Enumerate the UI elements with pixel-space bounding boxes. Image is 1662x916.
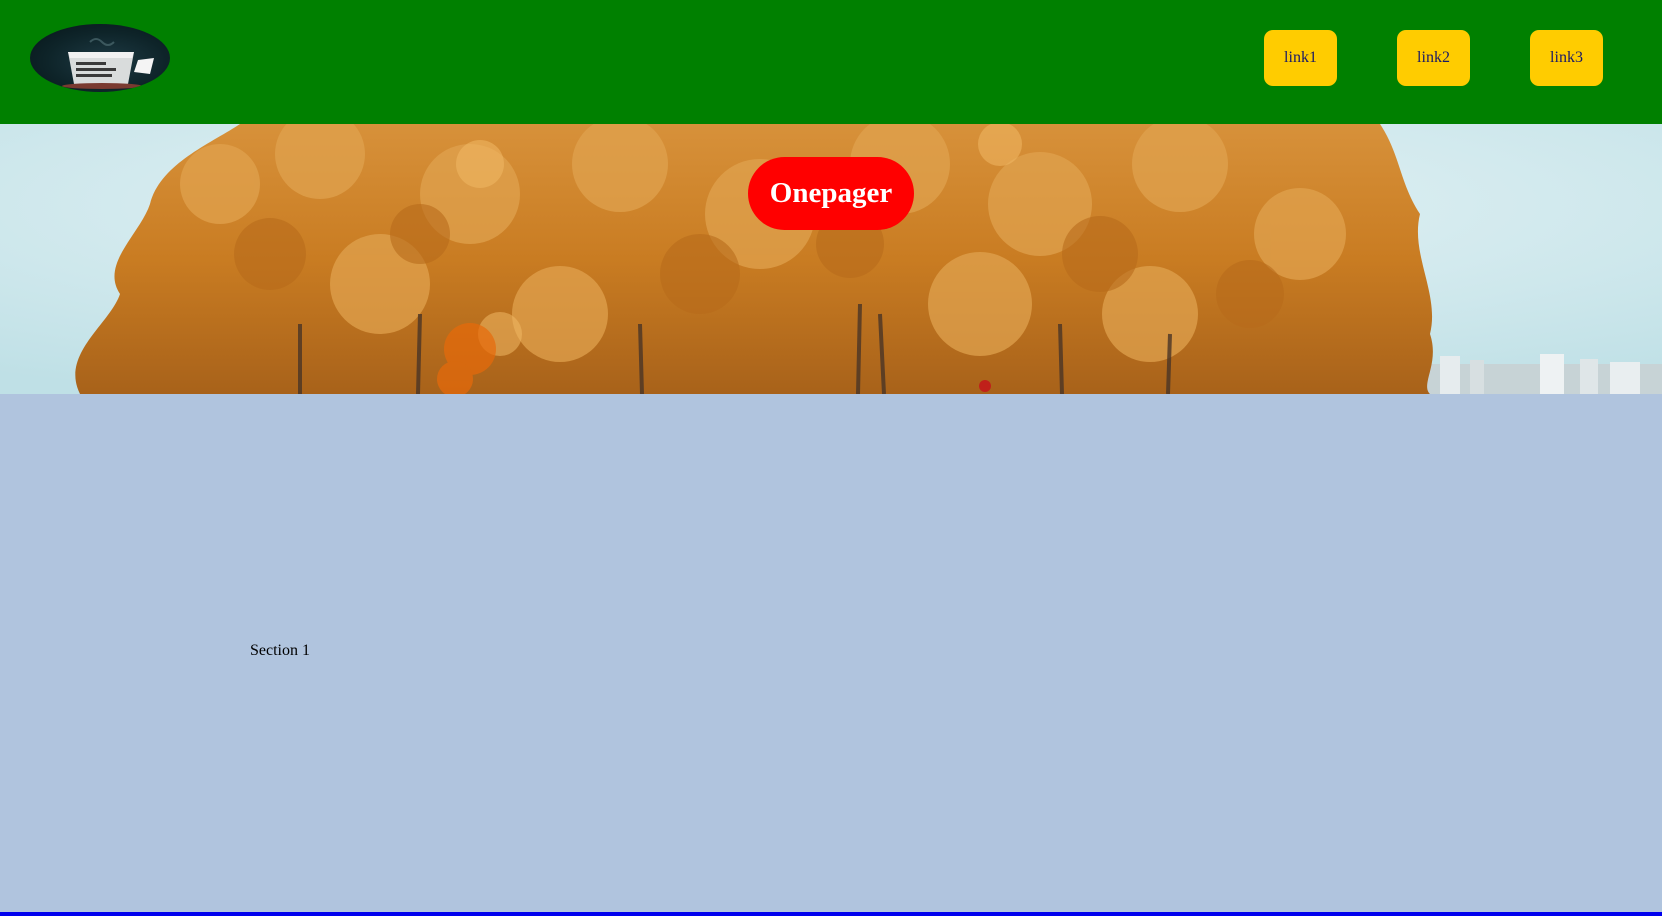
section-1: Section 1 [0, 394, 1662, 912]
page: link1 link2 link3 Onepager Section 1 [0, 0, 1662, 916]
page-title: Onepager [748, 157, 914, 230]
nav-link-2[interactable]: link2 [1397, 30, 1470, 86]
coffee-cup-logo-icon[interactable] [30, 24, 170, 92]
nav-link-1[interactable]: link1 [1264, 30, 1337, 86]
nav-link-3[interactable]: link3 [1530, 30, 1603, 86]
site-header: link1 link2 link3 [0, 0, 1662, 124]
bottom-border [0, 912, 1662, 916]
section-label: Section 1 [250, 642, 310, 659]
hero-banner: Onepager [0, 124, 1662, 394]
